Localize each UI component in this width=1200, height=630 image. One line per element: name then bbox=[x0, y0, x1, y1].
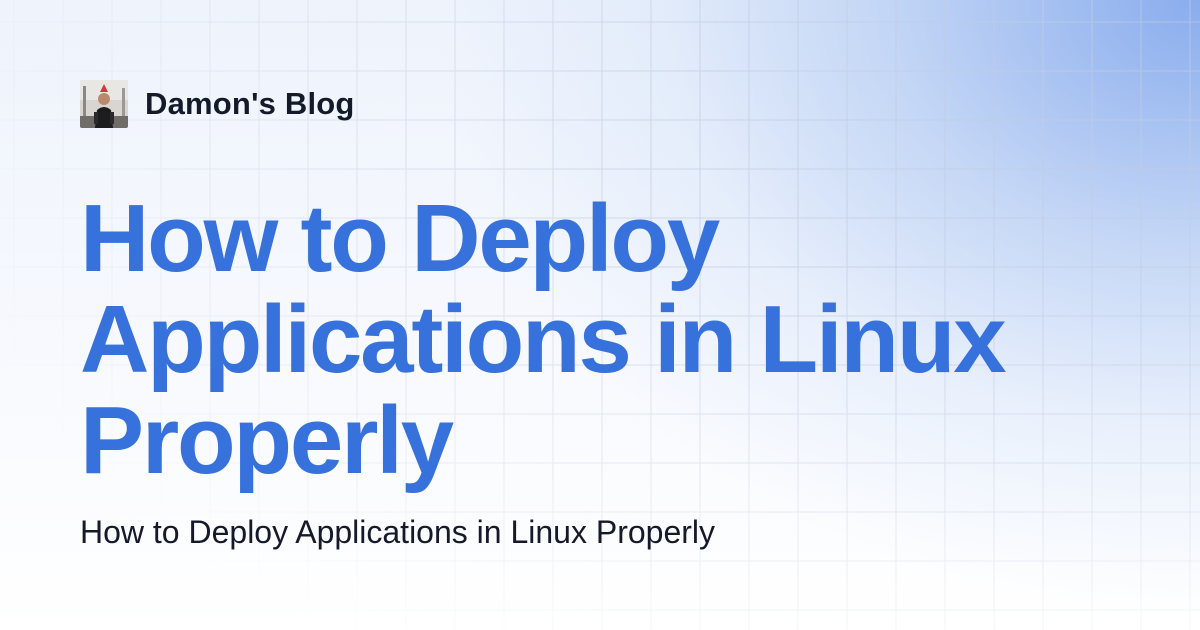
post-description: How to Deploy Applications in Linux Prop… bbox=[80, 514, 715, 550]
blog-name[interactable]: Damon's Blog bbox=[145, 86, 355, 122]
post-title: How to Deploy Applications in Linux Prop… bbox=[80, 185, 1007, 494]
og-image-card: Damon's Blog How to Deploy Applications … bbox=[0, 0, 1200, 630]
blog-brand[interactable]: Damon's Blog bbox=[80, 80, 355, 128]
author-avatar-photo-icon bbox=[80, 80, 128, 128]
author-avatar bbox=[80, 80, 128, 128]
